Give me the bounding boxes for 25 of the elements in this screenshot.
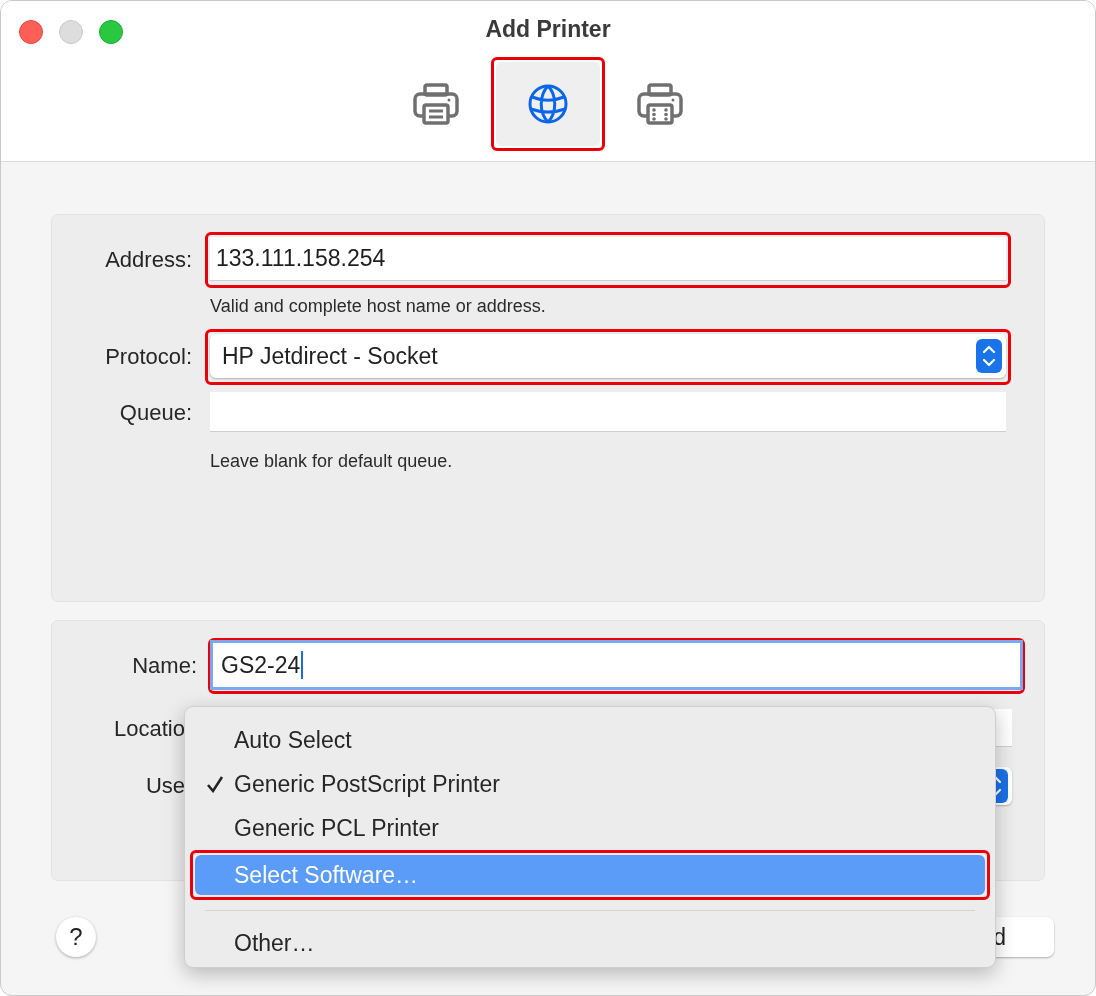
globe-icon xyxy=(527,83,569,125)
close-button[interactable] xyxy=(19,20,43,44)
menu-item[interactable]: Auto Select xyxy=(195,718,985,762)
queue-label: Queue: xyxy=(118,399,192,427)
name-field[interactable]: GS2-24 xyxy=(213,643,1020,687)
use-label: Use xyxy=(144,772,185,800)
protocol-label: Protocol: xyxy=(104,343,192,371)
stepper-icon xyxy=(976,339,1002,373)
menu-item[interactable]: Generic PCL Printer xyxy=(195,806,985,850)
address-label: Address: xyxy=(104,246,192,274)
address-hint: Valid and complete host name or address. xyxy=(210,295,547,318)
window-title: Add Printer xyxy=(485,14,611,44)
queue-field[interactable] xyxy=(210,392,1006,432)
text-cursor xyxy=(301,651,304,679)
protocol-popup[interactable]: HP Jetdirect - Socket xyxy=(210,334,1006,378)
location-label: Locatio xyxy=(113,715,185,743)
queue-hint: Leave blank for default queue. xyxy=(210,450,454,473)
printer-icon xyxy=(413,83,459,125)
name-label: Name: xyxy=(131,652,197,680)
help-button[interactable]: ? xyxy=(56,917,96,957)
address-field[interactable]: 133.111.158.254 xyxy=(210,237,1006,281)
printer-icon xyxy=(637,83,683,125)
zoom-button[interactable] xyxy=(99,20,123,44)
menu-item[interactable]: Generic PostScript Printer xyxy=(195,762,985,806)
checkmark-icon xyxy=(205,775,224,793)
